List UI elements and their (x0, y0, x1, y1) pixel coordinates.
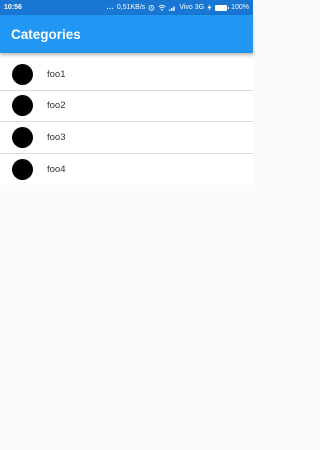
app-bar: Categories (0, 15, 253, 53)
avatar (12, 95, 33, 117)
page-title: Categories (11, 26, 81, 42)
list-item[interactable]: foo3 (0, 122, 253, 154)
list-item[interactable]: foo4 (0, 154, 253, 186)
battery-fill (216, 5, 227, 10)
status-time: 10:56 (4, 4, 22, 11)
list-item-label: foo2 (47, 100, 66, 112)
signal-icon (169, 5, 176, 11)
network-speed: 0,51KB/s (116, 4, 146, 11)
avatar (12, 126, 33, 148)
battery-icon (215, 4, 230, 11)
list-item[interactable]: foo1 (0, 59, 253, 91)
status-bar: 10:56 ... 0,51KB/s Vivo 3G 100% (0, 0, 253, 15)
battery-percent: 100% (231, 4, 249, 11)
wifi-icon (158, 4, 166, 11)
categories-list: foo1 foo2 foo3 foo4 (0, 59, 253, 185)
carrier-name: Vivo 3G (179, 4, 205, 11)
status-indicators: ... 0,51KB/s Vivo 3G 100% (107, 4, 249, 11)
list-item-label: foo3 (47, 131, 66, 143)
list-item-label: foo1 (47, 68, 66, 80)
avatar (12, 63, 33, 85)
charging-icon (207, 4, 212, 11)
avatar (12, 158, 33, 180)
list-item-label: foo4 (47, 163, 66, 175)
list-item[interactable]: foo2 (0, 91, 253, 122)
alarm-icon (148, 4, 155, 11)
status-overflow-dots: ... (106, 4, 114, 11)
